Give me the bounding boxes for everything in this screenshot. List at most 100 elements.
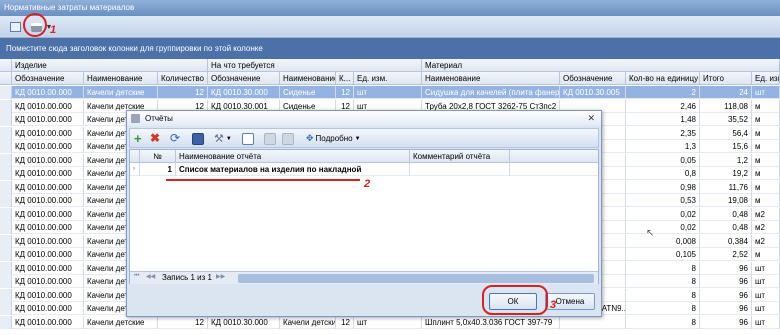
band-header[interactable]: Материал	[422, 59, 780, 72]
move-down-icon	[282, 132, 294, 145]
report-icon	[131, 114, 140, 123]
row-indicator[interactable]	[0, 153, 12, 167]
table-cell: 12	[336, 315, 354, 329]
table-cell: 0,02	[626, 207, 700, 221]
band-header[interactable]: На что требуется	[208, 59, 422, 72]
table-cell: м	[752, 248, 780, 261]
table-cell: 56,4	[700, 126, 752, 140]
row-indicator[interactable]	[0, 194, 12, 207]
column-header[interactable]: Ед. изм.	[752, 72, 780, 85]
table-cell: 0,53	[626, 194, 700, 207]
detail-dropdown[interactable]: ✥ Подробно ▼	[306, 131, 361, 146]
row-indicator[interactable]	[0, 99, 12, 113]
column-header[interactable]: Наименование отчёта	[176, 150, 410, 163]
row-indicator[interactable]	[0, 248, 12, 261]
row-indicator[interactable]	[0, 288, 12, 302]
table-cell: 0,008	[626, 234, 700, 248]
column-header[interactable]: Наименование	[84, 72, 158, 85]
table-cell: м2	[752, 207, 780, 221]
view-icon	[9, 22, 21, 32]
table-cell: 96	[700, 315, 752, 329]
row-indicator[interactable]	[0, 86, 12, 99]
row-indicator[interactable]	[0, 113, 12, 126]
row-indicator[interactable]	[0, 261, 12, 275]
add-button[interactable]: +	[134, 131, 142, 146]
table-cell: 8	[626, 288, 700, 302]
band-header[interactable]: Изделие	[12, 59, 208, 72]
horizontal-scrollbar[interactable]	[238, 274, 594, 283]
table-cell: 0,98	[626, 180, 700, 194]
save-icon	[192, 132, 204, 145]
refresh-icon: ⟳	[170, 131, 181, 145]
column-header[interactable]: Комментарий отчёта	[410, 150, 510, 163]
row-indicator[interactable]	[0, 126, 12, 140]
table-cell: м	[752, 194, 780, 207]
column-header[interactable]: Обозначение	[560, 72, 626, 85]
column-header[interactable]: К...	[336, 72, 354, 85]
view-button[interactable]	[6, 19, 24, 35]
report-row[interactable]: › 1 Список материалов на изделия по накл…	[130, 163, 598, 176]
table-cell: шт	[752, 288, 780, 302]
table-cell: Сидушка для качелей (плита фанерн...	[422, 86, 560, 99]
column-header[interactable]: Ед. изм.	[354, 72, 422, 85]
column-header[interactable]: Наименование	[280, 72, 336, 85]
table-cell: КД 0010.30.005	[560, 86, 626, 99]
annotation-marker-1: 1	[50, 24, 57, 36]
table-cell: 15,6	[700, 140, 752, 153]
report-name: Список материалов на изделия по накладно…	[176, 163, 410, 176]
column-header[interactable]: Обозначение	[208, 72, 280, 85]
table-cell: шт	[354, 315, 422, 329]
table-cell: КД 0010.00.000	[12, 207, 84, 221]
row-indicator[interactable]	[0, 167, 12, 180]
table-cell: 2,46	[626, 99, 700, 113]
table-cell: 0,48	[700, 221, 752, 234]
table-cell: Качели детские	[84, 315, 158, 329]
table-cell: 96	[700, 275, 752, 288]
next-record-icon[interactable]: ▶▶	[216, 273, 225, 280]
column-header[interactable]: Кол-во на единицу	[626, 72, 700, 85]
preview-button[interactable]	[242, 131, 254, 146]
save-button[interactable]	[192, 131, 204, 146]
table-cell: шт	[752, 302, 780, 315]
column-header[interactable]: Наименование	[422, 72, 560, 85]
table-cell: м	[752, 140, 780, 153]
row-indicator[interactable]	[0, 234, 12, 248]
row-indicator[interactable]	[0, 275, 12, 288]
report-comment	[410, 163, 510, 176]
move-up-button[interactable]	[264, 131, 276, 146]
prev-record-icon[interactable]: ◀◀	[146, 273, 155, 280]
table-row[interactable]: КД 0010.00.000Качели детские12КД 0010.30…	[0, 315, 780, 329]
delete-button[interactable]: ✖	[150, 131, 160, 146]
row-indicator[interactable]	[0, 140, 12, 153]
table-row[interactable]: КД 0010.00.000Качели детские12КД 0010.30…	[0, 86, 780, 99]
row-indicator[interactable]	[0, 180, 12, 194]
column-header[interactable]: №	[140, 150, 176, 163]
chevron-down-icon: ▼	[354, 135, 361, 142]
band-header-row: Изделие На что требуется Материал	[0, 59, 780, 72]
column-header[interactable]: Обозначение	[12, 72, 84, 85]
column-header[interactable]: Итого	[700, 72, 752, 85]
row-indicator[interactable]	[0, 302, 12, 315]
group-by-panel[interactable]: Поместите сюда заголовок колонки для гру…	[0, 38, 780, 59]
refresh-button[interactable]: ⟳	[170, 131, 180, 146]
column-header[interactable]: Количество	[158, 72, 208, 85]
table-cell: 12	[158, 315, 208, 329]
table-cell: Сиденье	[280, 86, 336, 99]
table-cell: КД 0010.00.000	[12, 167, 84, 180]
table-cell: м2	[752, 234, 780, 248]
table-cell: 2,52	[700, 248, 752, 261]
reports-grid: № Наименование отчёта Комментарий отчёта…	[129, 149, 599, 284]
move-down-button[interactable]	[282, 131, 294, 146]
delete-icon: ✖	[150, 131, 161, 145]
table-cell: 35,52	[700, 113, 752, 126]
first-record-icon[interactable]: ⏮	[134, 273, 139, 280]
table-cell: 96	[700, 288, 752, 302]
row-indicator[interactable]	[0, 207, 12, 221]
row-indicator[interactable]	[0, 315, 12, 329]
close-icon[interactable]: ✕	[587, 111, 595, 126]
settings-button[interactable]: ⚒ ▼	[214, 131, 232, 146]
detail-icon: ✥	[306, 133, 314, 143]
table-cell: 24	[700, 86, 752, 99]
table-cell: м	[752, 113, 780, 126]
row-indicator[interactable]	[0, 221, 12, 234]
